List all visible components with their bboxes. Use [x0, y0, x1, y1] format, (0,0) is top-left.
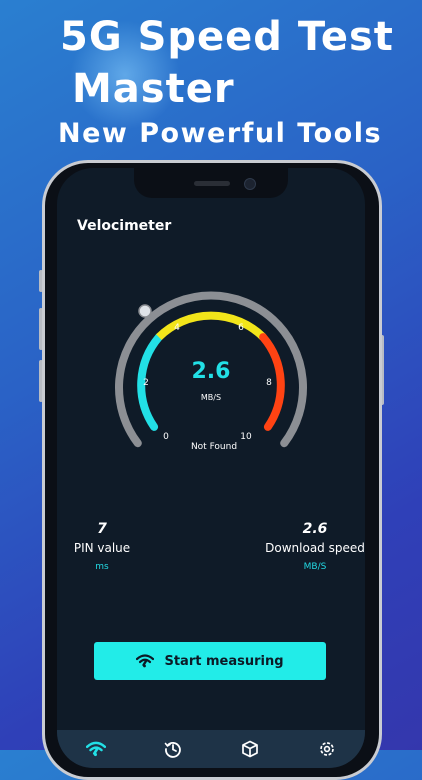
- pin-label: PIN value: [73, 541, 131, 555]
- download-unit: MB/S: [303, 562, 327, 572]
- cube-icon: [241, 740, 258, 758]
- tab-speed-test[interactable]: [76, 734, 116, 764]
- tab-settings[interactable]: [307, 734, 347, 764]
- download-label: Download speed: [265, 541, 365, 555]
- tab-history[interactable]: [153, 734, 193, 764]
- gauge-tick-2: 2: [143, 378, 149, 388]
- download-value: 2.6: [302, 521, 328, 537]
- connection-status: Not Found: [191, 442, 237, 452]
- wifi-icon: [136, 654, 155, 668]
- gauge-tick-6: 6: [238, 323, 244, 333]
- speed-unit: MB/S: [201, 393, 221, 402]
- gauge-tick-8: 8: [266, 378, 272, 388]
- phone-speaker: [194, 181, 230, 186]
- pin-unit: ms: [95, 562, 109, 572]
- tab-tools[interactable]: [230, 734, 270, 764]
- start-measuring-button[interactable]: Start measuring: [94, 642, 326, 680]
- promo-subtitle: New Powerful Tools: [58, 118, 383, 149]
- screen-title: Velocimeter: [77, 218, 172, 234]
- speed-gauge: 0 2 4 6 8 10 2.6 MB/S Not Found: [115, 291, 307, 452]
- wifi-icon: [85, 741, 106, 757]
- pin-value: 7: [97, 521, 107, 537]
- pin-stat: 7 PIN value ms: [67, 521, 137, 572]
- download-stat: 2.6 Download speed MB/S: [263, 521, 365, 572]
- camera-icon: [244, 178, 256, 190]
- phone-notch: [134, 168, 288, 198]
- history-icon: [164, 742, 181, 758]
- settings-icon: [319, 742, 334, 756]
- speed-value: 2.6: [192, 359, 231, 384]
- start-measuring-label: Start measuring: [164, 653, 284, 669]
- gauge-needle-knob: [138, 304, 152, 318]
- promo-title-line2: Master: [72, 66, 235, 112]
- gauge-tick-4: 4: [174, 323, 180, 333]
- bottom-tab-bar: [57, 730, 365, 768]
- app-screen: Velocimeter 0 2 4 6 8 10 2.6 MB/S Not Fo…: [57, 168, 365, 768]
- promo-title-line1: 5G Speed Test: [60, 14, 394, 60]
- gauge-tick-10: 10: [240, 432, 252, 442]
- gauge-tick-0: 0: [163, 432, 169, 442]
